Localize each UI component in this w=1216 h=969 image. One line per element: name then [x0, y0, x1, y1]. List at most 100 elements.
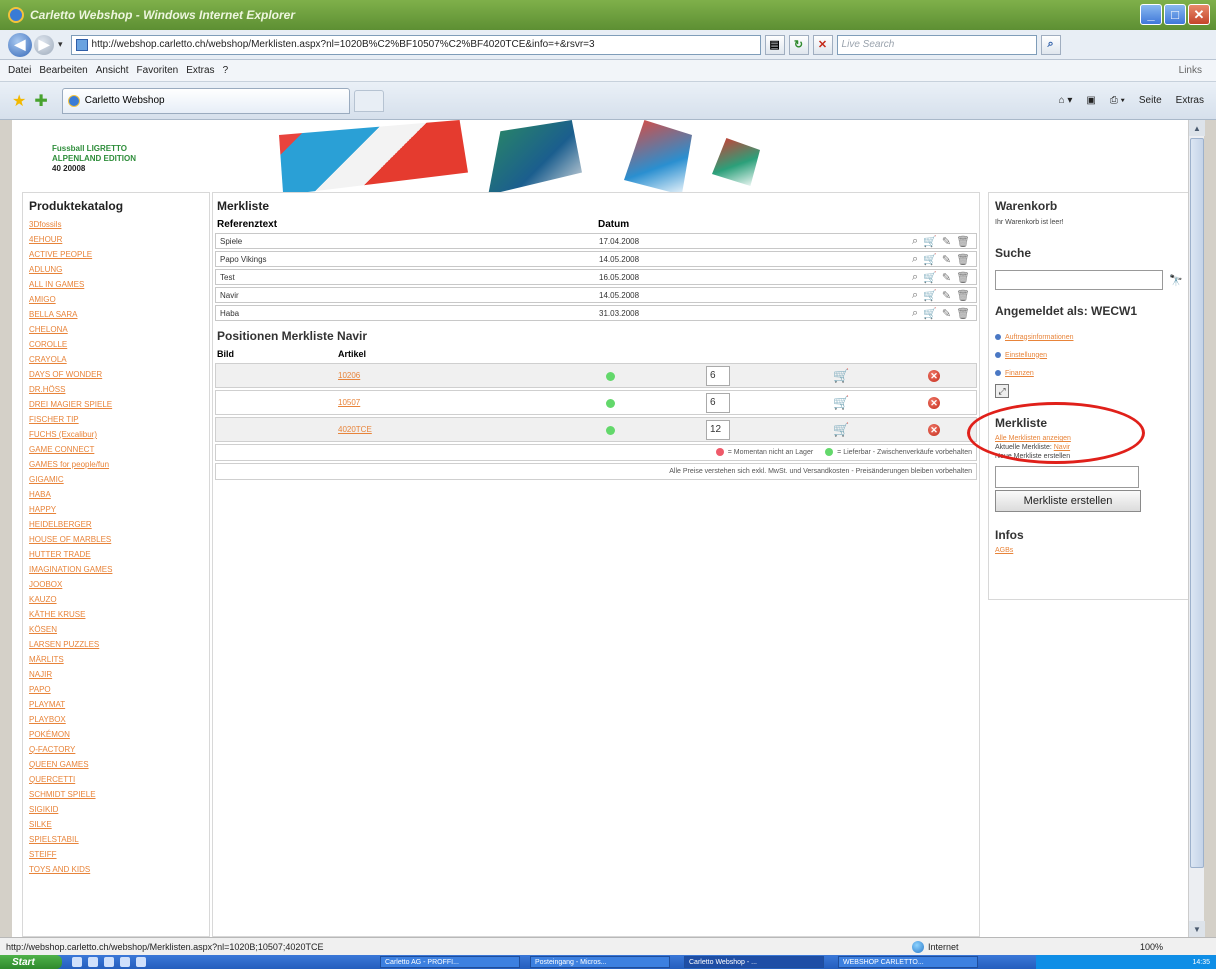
account-link-finanzen[interactable]: Finanzen	[995, 364, 1183, 382]
menu-item-bearbeiten[interactable]: Bearbeiten	[39, 65, 87, 76]
quantity-input[interactable]: 12	[706, 420, 730, 440]
taskbar-item-proffix[interactable]: Carletto AG - PROFFI...	[380, 956, 520, 968]
create-merkliste-button[interactable]: Merkliste erstellen	[995, 490, 1141, 512]
add-to-cart-icon[interactable]: 🛒	[923, 289, 937, 302]
quantity-input[interactable]: 6	[706, 366, 730, 386]
edit-icon[interactable]: ✎	[942, 253, 951, 266]
catalog-item-link[interactable]: CRAYOLA	[29, 355, 67, 364]
catalog-item[interactable]: ADLUNG	[29, 262, 209, 277]
edit-icon[interactable]: ✎	[942, 235, 951, 248]
catalog-item-link[interactable]: POKÉMON	[29, 730, 70, 739]
compatibility-icon[interactable]: ▤	[764, 34, 785, 55]
catalog-item[interactable]: JOOBOX	[29, 577, 209, 592]
taskbar-item-webshop-carletto[interactable]: WEBSHOP CARLETTO...	[838, 956, 978, 968]
catalog-item-link[interactable]: 3Dfossils	[29, 220, 61, 229]
favorites-star-icon[interactable]: ★	[12, 91, 26, 111]
catalog-item-link[interactable]: DR.HÖSS	[29, 385, 65, 394]
catalog-item-link[interactable]: HOUSE OF MARBLES	[29, 535, 111, 544]
catalog-item[interactable]: HUTTER TRADE	[29, 547, 209, 562]
catalog-item[interactable]: ACTIVE PEOPLE	[29, 247, 209, 262]
catalog-item[interactable]: SPIELSTABIL	[29, 832, 209, 847]
catalog-item-link[interactable]: PAPO	[29, 685, 51, 694]
binoculars-search-icon[interactable]: 🔭	[1169, 274, 1183, 287]
catalog-item[interactable]: PLAYMAT	[29, 697, 209, 712]
catalog-item-link[interactable]: SCHMIDT SPIELE	[29, 790, 96, 799]
shop-search-input[interactable]	[995, 270, 1164, 290]
quicklaunch-word-icon[interactable]	[136, 957, 146, 967]
catalog-item[interactable]: GIGAMIC	[29, 472, 209, 487]
article-link[interactable]: 4020TCE	[338, 425, 372, 434]
catalog-item[interactable]: PLAYBOX	[29, 712, 209, 727]
feeds-icon[interactable]: ▣	[1086, 95, 1095, 106]
catalog-item-link[interactable]: ADLUNG	[29, 265, 62, 274]
search-button[interactable]: ⌕	[1040, 34, 1061, 55]
home-icon[interactable]: ⌂ ▾	[1059, 95, 1073, 106]
catalog-item-link[interactable]: JOOBOX	[29, 580, 62, 589]
catalog-item[interactable]: Q-FACTORY	[29, 742, 209, 757]
catalog-item-link[interactable]: DAYS OF WONDER	[29, 370, 102, 379]
delete-trash-icon[interactable]: 🗑	[956, 235, 970, 248]
catalog-item-link[interactable]: MÄRLITS	[29, 655, 64, 664]
catalog-item[interactable]: DREI MAGIER SPIELE	[29, 397, 209, 412]
remove-icon[interactable]: ✕	[928, 370, 940, 382]
new-merkliste-input[interactable]	[995, 466, 1139, 488]
catalog-item[interactable]: AMIGO	[29, 292, 209, 307]
catalog-item[interactable]: QUEEN GAMES	[29, 757, 209, 772]
add-to-cart-icon[interactable]: 🛒	[833, 422, 849, 438]
new-tab-button[interactable]	[353, 89, 384, 112]
catalog-item[interactable]: STEIFF	[29, 847, 209, 862]
quicklaunch-desktop-icon[interactable]	[72, 957, 82, 967]
tab-carletto-webshop[interactable]: Carletto Webshop	[61, 87, 350, 114]
catalog-item[interactable]: CHELONA	[29, 322, 209, 337]
catalog-item-link[interactable]: PLAYMAT	[29, 700, 65, 709]
catalog-item[interactable]: SCHMIDT SPIELE	[29, 787, 209, 802]
zoom-level[interactable]: 100%	[1140, 942, 1163, 952]
catalog-item[interactable]: PAPO	[29, 682, 209, 697]
catalog-item[interactable]: IMAGINATION GAMES	[29, 562, 209, 577]
catalog-item-link[interactable]: AMIGO	[29, 295, 56, 304]
account-link-auftragsinformationen[interactable]: Auftragsinformationen	[995, 328, 1183, 346]
link-einstellungen[interactable]: Einstellungen	[1005, 352, 1047, 359]
catalog-item[interactable]: DAYS OF WONDER	[29, 367, 209, 382]
catalog-item[interactable]: GAMES for people/fun	[29, 457, 209, 472]
catalog-item-link[interactable]: IMAGINATION GAMES	[29, 565, 112, 574]
catalog-item[interactable]: DR.HÖSS	[29, 382, 209, 397]
catalog-item-link[interactable]: GAMES for people/fun	[29, 460, 109, 469]
catalog-item-link[interactable]: SPIELSTABIL	[29, 835, 79, 844]
catalog-item-link[interactable]: GIGAMIC	[29, 475, 64, 484]
catalog-item-link[interactable]: FISCHER TIP	[29, 415, 79, 424]
start-button[interactable]: Start	[0, 955, 62, 969]
scroll-thumb[interactable]	[1190, 138, 1204, 868]
link-auftragsinformationen[interactable]: Auftragsinformationen	[1005, 334, 1073, 341]
live-search-input[interactable]: Live Search	[836, 34, 1037, 55]
add-to-cart-icon[interactable]: 🛒	[923, 235, 937, 248]
catalog-item-link[interactable]: KÖSEN	[29, 625, 57, 634]
minimize-button[interactable]: _	[1140, 4, 1162, 25]
merkliste-row[interactable]: Haba 31.03.2008 ⌕ 🛒 ✎ 🗑	[215, 305, 977, 321]
catalog-item-link[interactable]: QUERCETTI	[29, 775, 75, 784]
add-to-cart-icon[interactable]: 🛒	[923, 307, 937, 320]
add-to-cart-icon[interactable]: 🛒	[833, 395, 849, 411]
link-finanzen[interactable]: Finanzen	[1005, 370, 1034, 377]
close-window-button[interactable]: ✕	[1188, 4, 1210, 25]
catalog-item-link[interactable]: DREI MAGIER SPIELE	[29, 400, 112, 409]
catalog-item[interactable]: BELLA SARA	[29, 307, 209, 322]
catalog-item[interactable]: HEIDELBERGER	[29, 517, 209, 532]
delete-trash-icon[interactable]: 🗑	[956, 253, 970, 266]
catalog-item[interactable]: KÖSEN	[29, 622, 209, 637]
catalog-item[interactable]: KAUZO	[29, 592, 209, 607]
catalog-item[interactable]: HABA	[29, 487, 209, 502]
catalog-item-link[interactable]: HAPPY	[29, 505, 56, 514]
links-toolbar[interactable]: Links	[1179, 65, 1202, 76]
scroll-up-arrow-icon[interactable]: ▲	[1189, 120, 1205, 136]
menu-item-datei[interactable]: Datei	[8, 65, 31, 76]
agb-link[interactable]: AGBs	[995, 547, 1183, 554]
menu-item-ansicht[interactable]: Ansicht	[96, 65, 129, 76]
catalog-item-link[interactable]: LARSEN PUZZLES	[29, 640, 99, 649]
catalog-item-link[interactable]: TOYS AND KIDS	[29, 865, 90, 874]
view-magnifier-icon[interactable]: ⌕	[912, 307, 918, 320]
catalog-item-link[interactable]: QUEEN GAMES	[29, 760, 89, 769]
catalog-item-link[interactable]: ALL IN GAMES	[29, 280, 84, 289]
merkliste-row[interactable]: Navir 14.05.2008 ⌕ 🛒 ✎ 🗑	[215, 287, 977, 303]
menu-item-help[interactable]: ?	[223, 65, 229, 76]
